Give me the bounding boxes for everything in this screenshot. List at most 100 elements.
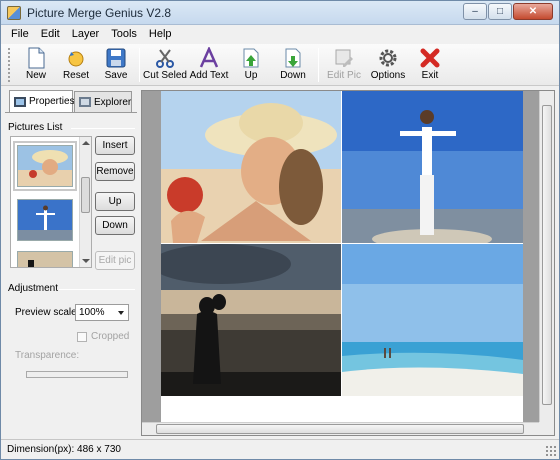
down-label: Down [280, 70, 306, 81]
move-down-icon [285, 48, 301, 68]
toolbar-separator [139, 48, 140, 82]
thumbnail-man-rock [18, 200, 72, 240]
edit-pic-button[interactable]: Edit Pic [322, 44, 366, 84]
toolbar: New Reset Save Cut Seled Add Text Up Dow… [1, 44, 559, 86]
maximize-button[interactable]: □ [488, 3, 512, 20]
sunset-couple-photo [161, 244, 341, 396]
new-document-icon [28, 47, 45, 69]
edit-pic-list-button[interactable]: Edit pic [95, 251, 135, 270]
chevron-down-icon [118, 311, 124, 315]
adjustment-title: Adjustment [8, 283, 59, 294]
list-up-button[interactable]: Up [95, 192, 135, 211]
properties-panel: Properties Explorer Pictures List Insert… [5, 90, 137, 436]
preview-scale-select[interactable]: 100% [75, 304, 129, 321]
exit-label: Exit [421, 70, 439, 81]
save-button[interactable]: Save [96, 44, 136, 84]
properties-icon [14, 96, 26, 107]
resize-grip-icon[interactable] [545, 445, 557, 457]
down-button[interactable]: Down [271, 44, 315, 84]
transparence-slider[interactable] [26, 371, 128, 378]
tab-properties[interactable]: Properties [9, 90, 75, 112]
explorer-icon [79, 97, 91, 107]
tab-explorer[interactable]: Explorer [74, 91, 132, 112]
new-label: New [25, 70, 46, 81]
tab-properties-label: Properties [29, 96, 75, 107]
edit-picture-icon [335, 49, 353, 67]
group-divider [71, 128, 135, 129]
picture-man-rock[interactable] [342, 91, 523, 243]
up-button[interactable]: Up [231, 44, 271, 84]
options-button[interactable]: Options [366, 44, 410, 84]
pictures-list[interactable] [10, 136, 92, 268]
cropped-checkbox[interactable] [77, 332, 87, 342]
merge-canvas[interactable] [161, 91, 523, 424]
reset-button[interactable]: Reset [56, 44, 96, 84]
beach-photo [342, 244, 523, 396]
window-controls: – □ ✕ [463, 3, 553, 20]
app-logo-icon [7, 6, 21, 20]
window-title: Picture Merge Genius V2.8 [27, 6, 172, 20]
gear-icon [379, 49, 397, 67]
canvas-horizontal-scrollbar[interactable] [142, 422, 540, 435]
title-bar: Picture Merge Genius V2.8 – □ ✕ [1, 1, 559, 25]
scroll-thumb[interactable] [81, 177, 90, 213]
add-text-button[interactable]: Add Text [187, 44, 231, 84]
toolbar-grip[interactable] [7, 47, 12, 83]
dimension-status: Dimension(px): 486 x 730 [7, 444, 121, 455]
list-item[interactable] [17, 251, 73, 267]
transparence-label: Transparence: [15, 350, 80, 361]
list-down-button[interactable]: Down [95, 216, 135, 235]
scrollbar-corner [539, 422, 554, 435]
list-item[interactable] [17, 199, 73, 241]
tab-explorer-label: Explorer [94, 96, 132, 108]
exit-button[interactable]: Exit [410, 44, 450, 84]
reset-label: Reset [62, 70, 90, 81]
scissors-icon [156, 49, 174, 68]
exit-x-icon [420, 48, 440, 68]
reset-icon [68, 51, 84, 67]
minimize-button[interactable]: – [463, 3, 487, 20]
save-disk-icon [106, 48, 126, 68]
picture-sunset-couple[interactable] [161, 244, 341, 396]
picture-beach[interactable] [342, 244, 523, 396]
scroll-up-arrow-icon[interactable] [82, 141, 90, 145]
move-up-icon [243, 48, 259, 68]
text-a-icon [199, 47, 219, 68]
menu-tools[interactable]: Tools [105, 25, 143, 44]
group-divider [59, 289, 135, 290]
close-window-button[interactable]: ✕ [513, 3, 553, 20]
thumbnail-woman-hat [18, 146, 72, 186]
woman-hat-photo [161, 91, 341, 243]
panel-tabs: Properties Explorer [9, 90, 133, 112]
remove-button[interactable]: Remove [95, 162, 135, 181]
menu-file[interactable]: File [5, 25, 35, 44]
menu-help[interactable]: Help [143, 25, 178, 44]
insert-button[interactable]: Insert [95, 136, 135, 155]
edit-pic-label: Edit Pic [327, 70, 361, 81]
pictures-list-scrollbar[interactable] [79, 137, 91, 267]
cut-label: Cut Seled [143, 70, 187, 81]
toolbar-separator [318, 48, 319, 82]
scroll-down-arrow-icon[interactable] [82, 259, 90, 263]
preview-scale-label: Preview scale: [15, 307, 80, 318]
pictures-list-title: Pictures List [8, 122, 63, 133]
picture-woman-hat[interactable] [161, 91, 341, 243]
tab-divider [5, 112, 137, 113]
scroll-thumb[interactable] [542, 105, 552, 405]
save-label: Save [104, 70, 128, 81]
cut-selected-button[interactable]: Cut Seled [143, 44, 187, 84]
new-button[interactable]: New [16, 44, 56, 84]
thumbnail-sunset-couple [18, 252, 72, 267]
add-text-label: Add Text [189, 70, 229, 81]
man-rock-photo [342, 91, 523, 243]
list-item[interactable] [13, 141, 77, 191]
menu-edit[interactable]: Edit [35, 25, 66, 44]
scroll-thumb[interactable] [156, 424, 524, 434]
canvas-vertical-scrollbar[interactable] [539, 91, 554, 422]
menu-layer[interactable]: Layer [66, 25, 106, 44]
preview-area [141, 90, 555, 436]
preview-scale-value: 100% [79, 307, 105, 318]
menu-bar: File Edit Layer Tools Help [1, 25, 559, 44]
options-label: Options [370, 70, 406, 81]
cropped-label: Cropped [91, 331, 130, 342]
